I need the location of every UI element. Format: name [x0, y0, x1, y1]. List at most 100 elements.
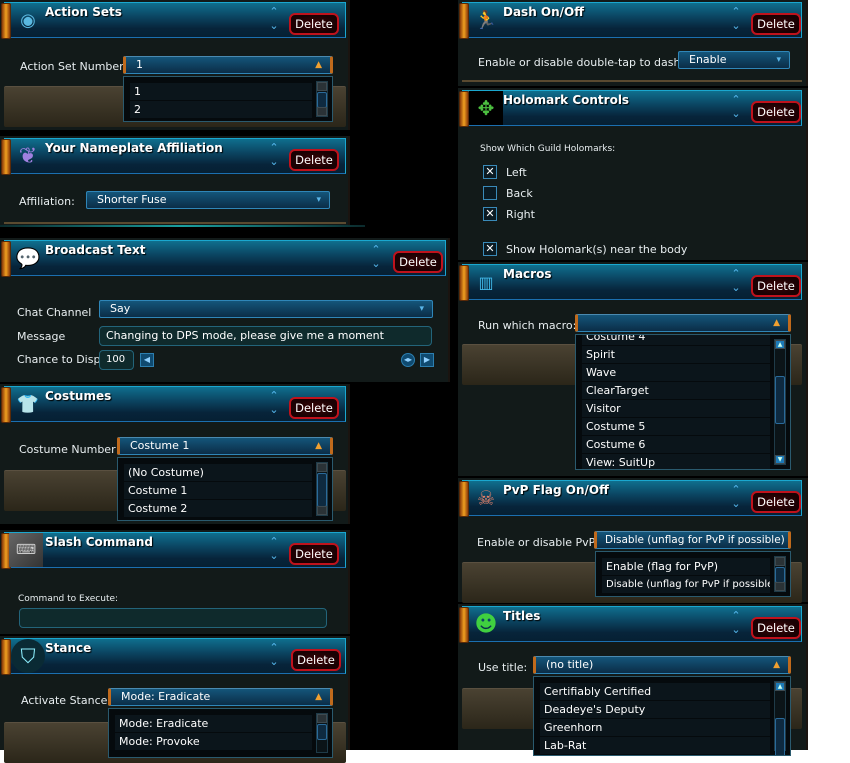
chevron-up-icon: ▲: [315, 60, 322, 70]
move-down-icon[interactable]: ⌄: [729, 19, 743, 33]
dropdown-option[interactable]: (No Costume): [124, 464, 312, 481]
drag-handle[interactable]: [1, 241, 11, 277]
delete-button[interactable]: Delete: [289, 397, 339, 419]
move-up-icon[interactable]: ⌃: [369, 243, 383, 257]
scroll-up-icon[interactable]: ▲: [775, 340, 785, 349]
dropdown-option[interactable]: Mode: Provoke: [115, 733, 312, 750]
pvp-dropdown: Enable (flag for PvP) Disable (unflag fo…: [595, 551, 791, 597]
move-down-icon[interactable]: ⌄: [369, 257, 383, 271]
slider-left-icon[interactable]: ◀: [140, 353, 154, 367]
stance-header: ⛉ Stance ⌃ ⌄ Delete: [1, 638, 346, 675]
move-up-icon[interactable]: ⌃: [267, 535, 281, 549]
dropdown-option[interactable]: Deadeye's Deputy: [540, 701, 770, 718]
move-up-icon[interactable]: ⌃: [267, 141, 281, 155]
costume-select[interactable]: Costume 1 ▲: [117, 437, 333, 455]
move-down-icon[interactable]: ⌄: [267, 403, 281, 417]
dropdown-option[interactable]: Wave: [582, 364, 770, 381]
delete-button[interactable]: Delete: [393, 251, 443, 273]
move-up-icon[interactable]: ⌃: [729, 267, 743, 281]
checkbox-right[interactable]: ✕: [483, 207, 497, 221]
delete-button[interactable]: Delete: [751, 491, 801, 513]
macro-select[interactable]: ▲: [575, 314, 791, 332]
drag-handle[interactable]: [459, 481, 469, 517]
dropdown-option[interactable]: Enable (flag for PvP): [602, 558, 770, 575]
chevron-up-icon: ▲: [773, 318, 780, 328]
move-down-icon[interactable]: ⌄: [729, 497, 743, 511]
move-up-icon[interactable]: ⌃: [267, 389, 281, 403]
move-up-icon[interactable]: ⌃: [729, 483, 743, 497]
drag-handle[interactable]: [459, 607, 469, 643]
dropdown-option[interactable]: Costume 4: [582, 335, 770, 345]
delete-button[interactable]: Delete: [289, 543, 339, 565]
checkbox-left[interactable]: ✕: [483, 165, 497, 179]
dropdown-option[interactable]: Mode: Eradicate: [115, 715, 312, 732]
move-up-icon[interactable]: ⌃: [729, 609, 743, 623]
chance-input[interactable]: 100: [99, 350, 134, 370]
drag-handle[interactable]: [459, 3, 469, 39]
dropdown-option[interactable]: Costume 5: [582, 418, 770, 435]
drag-handle[interactable]: [459, 91, 469, 127]
dropdown-option[interactable]: Costume 6: [582, 436, 770, 453]
action-set-select[interactable]: 1 ▲: [123, 56, 333, 74]
stance-select[interactable]: Mode: Eradicate ▲: [108, 688, 333, 706]
move-down-icon[interactable]: ⌄: [267, 19, 281, 33]
checkbox-near-body[interactable]: ✕: [483, 242, 497, 256]
dropdown-option[interactable]: 2: [130, 101, 312, 118]
slider-right-icon[interactable]: ▶: [420, 353, 434, 367]
move-down-icon[interactable]: ⌄: [267, 655, 281, 669]
drag-handle[interactable]: [1, 3, 11, 39]
delete-button[interactable]: Delete: [289, 13, 339, 35]
chevron-up-icon: ▲: [315, 692, 322, 702]
dropdown-option[interactable]: Certifiably Certified: [540, 683, 770, 700]
scrollbar[interactable]: [316, 462, 328, 516]
scrollbar[interactable]: [316, 713, 328, 753]
move-down-icon[interactable]: ⌄: [729, 623, 743, 637]
scrollbar[interactable]: ▲ ▼: [774, 339, 786, 465]
scrollbar[interactable]: ▲: [774, 681, 786, 755]
dropdown-option[interactable]: 1: [130, 83, 312, 100]
affiliation-select[interactable]: Shorter Fuse ▾: [86, 191, 330, 209]
broadcast-header: 💬 Broadcast Text ⌃ ⌄ Delete: [1, 240, 446, 277]
delete-button[interactable]: Delete: [291, 649, 341, 671]
dropdown-option[interactable]: Lab-Rat: [540, 737, 770, 754]
dropdown-option[interactable]: Spirit: [582, 346, 770, 363]
delete-button[interactable]: Delete: [751, 101, 801, 123]
move-down-icon[interactable]: ⌄: [729, 107, 743, 121]
dropdown-option[interactable]: Costume 1: [124, 482, 312, 499]
message-input[interactable]: Changing to DPS mode, please give me a m…: [99, 326, 432, 346]
move-down-icon[interactable]: ⌄: [729, 281, 743, 295]
move-up-icon[interactable]: ⌃: [729, 5, 743, 19]
move-down-icon[interactable]: ⌄: [267, 549, 281, 563]
drag-handle[interactable]: [1, 639, 11, 675]
delete-button[interactable]: Delete: [751, 13, 801, 35]
holomark-panel: ✥ Holomark Controls ⌃ ⌄ Delete Show Whic…: [458, 88, 808, 260]
drag-handle[interactable]: [1, 387, 11, 423]
checkbox-back[interactable]: [483, 186, 497, 200]
scroll-up-icon[interactable]: ▲: [775, 682, 785, 691]
dropdown-option[interactable]: Visitor: [582, 400, 770, 417]
delete-button[interactable]: Delete: [751, 617, 801, 639]
dropdown-option[interactable]: Greenhorn: [540, 719, 770, 736]
delete-button[interactable]: Delete: [751, 275, 801, 297]
dropdown-option[interactable]: Costume 2: [124, 500, 312, 517]
delete-button[interactable]: Delete: [289, 149, 339, 171]
move-up-icon[interactable]: ⌃: [267, 5, 281, 19]
scroll-down-icon[interactable]: ▼: [775, 455, 785, 464]
pvp-select[interactable]: Disable (unflag for PvP if possible): [594, 531, 791, 549]
dropdown-option[interactable]: View: SuitUp: [582, 454, 770, 469]
move-down-icon[interactable]: ⌄: [267, 155, 281, 169]
chat-channel-select[interactable]: Say ▾: [99, 300, 433, 318]
move-up-icon[interactable]: ⌃: [729, 93, 743, 107]
dash-select[interactable]: Enable ▾: [678, 51, 790, 69]
scrollbar[interactable]: [774, 556, 786, 592]
title-select[interactable]: (no title) ▲: [533, 656, 791, 674]
drag-handle[interactable]: [459, 265, 469, 301]
panel-title: Macros: [503, 267, 552, 281]
dropdown-option[interactable]: ClearTarget: [582, 382, 770, 399]
scrollbar[interactable]: [316, 81, 328, 117]
slider-thumb-icon[interactable]: ◂▸: [401, 353, 415, 367]
move-up-icon[interactable]: ⌃: [267, 641, 281, 655]
drag-handle[interactable]: [1, 139, 11, 175]
dropdown-option[interactable]: Disable (unflag for PvP if possible): [602, 576, 770, 593]
command-input[interactable]: [19, 608, 327, 628]
